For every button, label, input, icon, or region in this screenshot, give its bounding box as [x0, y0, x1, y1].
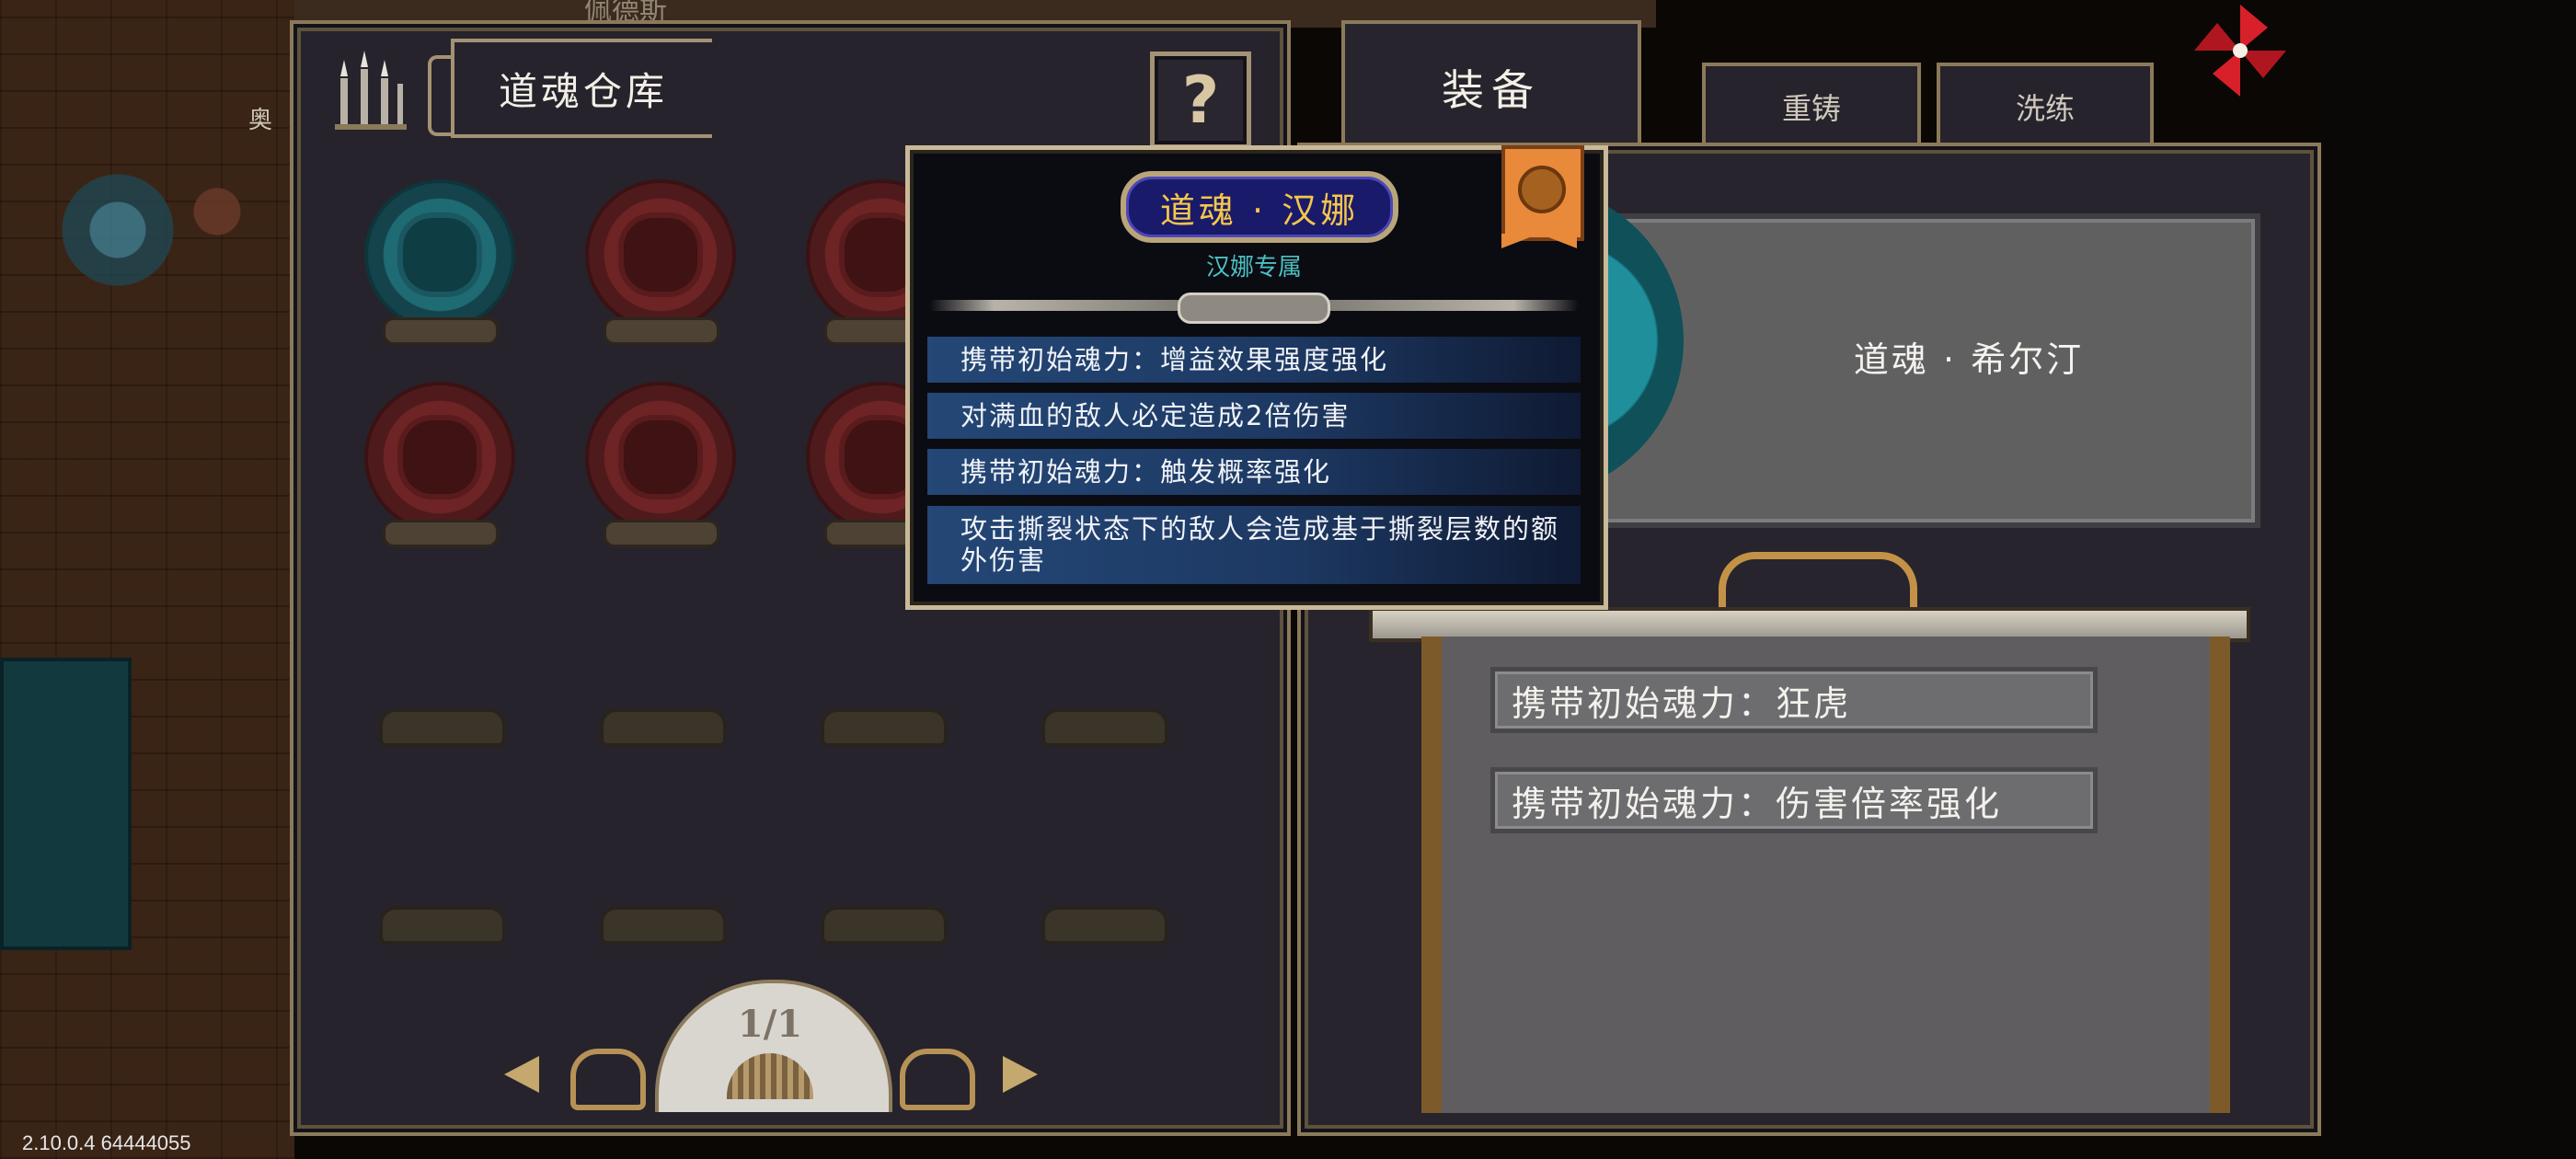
version-label: 2.10.0.4 64444055 [22, 1131, 191, 1154]
tab-equip[interactable]: 装备 [1341, 20, 1641, 151]
background-teal-block [0, 658, 132, 950]
equipped-stat: 携带初始魂力：狂虎 [1490, 667, 2098, 733]
character-portrait-icon [403, 420, 477, 494]
empty-soul-slot[interactable] [1041, 708, 1168, 747]
equipped-stat: 携带初始魂力：伤害倍率强化 [1490, 767, 2098, 833]
empty-soul-slot[interactable] [600, 708, 727, 747]
character-portrait-icon [624, 218, 697, 292]
tooltip-effect: 攻击撕裂状态下的敌人会造成基于撕裂层数的额外伤害 [927, 506, 1581, 584]
pinwheel-close-icon[interactable] [2190, 0, 2291, 101]
prev-page-arrow-icon[interactable] [504, 1056, 539, 1093]
character-portrait-icon [624, 420, 697, 494]
tab-recast[interactable]: 重铸 [1702, 63, 1921, 147]
empty-soul-slot[interactable] [600, 906, 727, 945]
soul-stand [604, 520, 719, 547]
storage-title: 道魂仓库 [451, 39, 712, 138]
soul-stand [604, 317, 719, 345]
tooltip-title: 道魂 · 汉娜 [1121, 171, 1398, 243]
scroll-ornament-right [900, 1049, 975, 1110]
background-scene-right [2318, 0, 2576, 1159]
candles-icon [335, 51, 407, 130]
soul-slot[interactable] [364, 382, 515, 557]
help-button[interactable]: ? [1150, 52, 1251, 149]
next-page-arrow-icon[interactable] [1003, 1056, 1038, 1093]
empty-soul-slot[interactable] [1041, 906, 1168, 945]
star-icon [1518, 166, 1566, 213]
tooltip-divider-ornament [1178, 293, 1330, 324]
soul-slot[interactable] [364, 179, 515, 354]
soul-orb-red [364, 382, 515, 533]
tooltip-effect: 携带初始魂力：触发概率强化 [927, 449, 1581, 495]
viking-helmet-icon [403, 218, 477, 292]
scroll-ornament-left [570, 1049, 646, 1110]
soul-orb-red [585, 382, 736, 533]
background-machine [18, 138, 267, 322]
tooltip-effect: 对满血的敌人必定造成2倍伤害 [927, 393, 1581, 439]
soul-orb-teal [364, 179, 515, 330]
empty-soul-slot[interactable] [821, 708, 948, 747]
page-indicator: 1/1 [737, 1003, 803, 1046]
soul-orb-red [585, 179, 736, 330]
empty-soul-slot[interactable] [379, 708, 506, 747]
soul-stand [383, 317, 499, 345]
empty-soul-slot[interactable] [379, 906, 506, 945]
bookmark-tail [1501, 234, 1577, 248]
soul-slot[interactable] [585, 179, 736, 354]
soul-stand [383, 520, 499, 547]
tooltip-effect: 携带初始魂力：增益效果强度强化 [927, 337, 1581, 383]
equipped-soul-name: 道魂 · 希尔汀 [1853, 339, 2085, 380]
npc-name-label: 奥 [248, 107, 273, 134]
tab-refine[interactable]: 洗练 [1937, 63, 2154, 147]
tooltip-subtitle: 汉娜专属 [1205, 254, 1302, 281]
empty-soul-slot[interactable] [821, 906, 948, 945]
soul-slot[interactable] [585, 382, 736, 557]
